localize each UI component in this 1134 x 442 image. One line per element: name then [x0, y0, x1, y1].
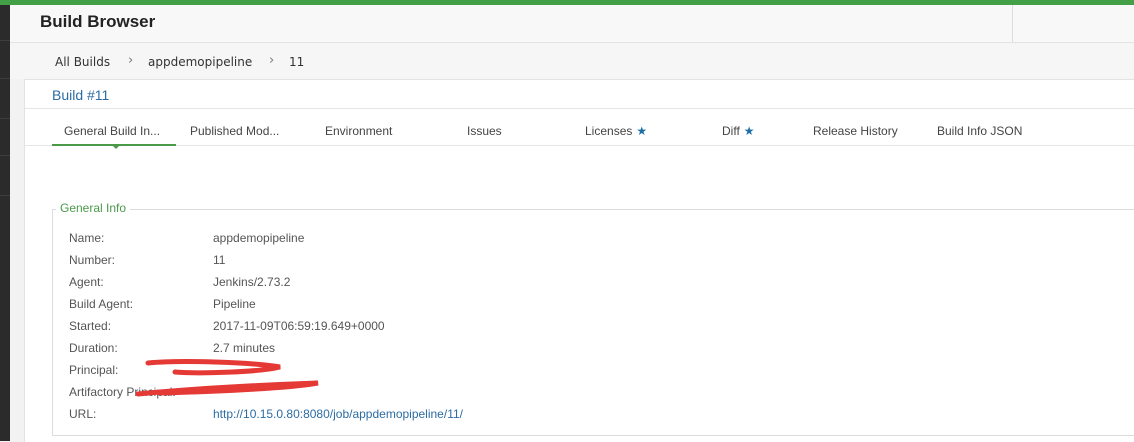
redaction-marks	[135, 359, 319, 397]
redaction-mark	[135, 380, 319, 397]
redaction-mark	[145, 359, 281, 376]
